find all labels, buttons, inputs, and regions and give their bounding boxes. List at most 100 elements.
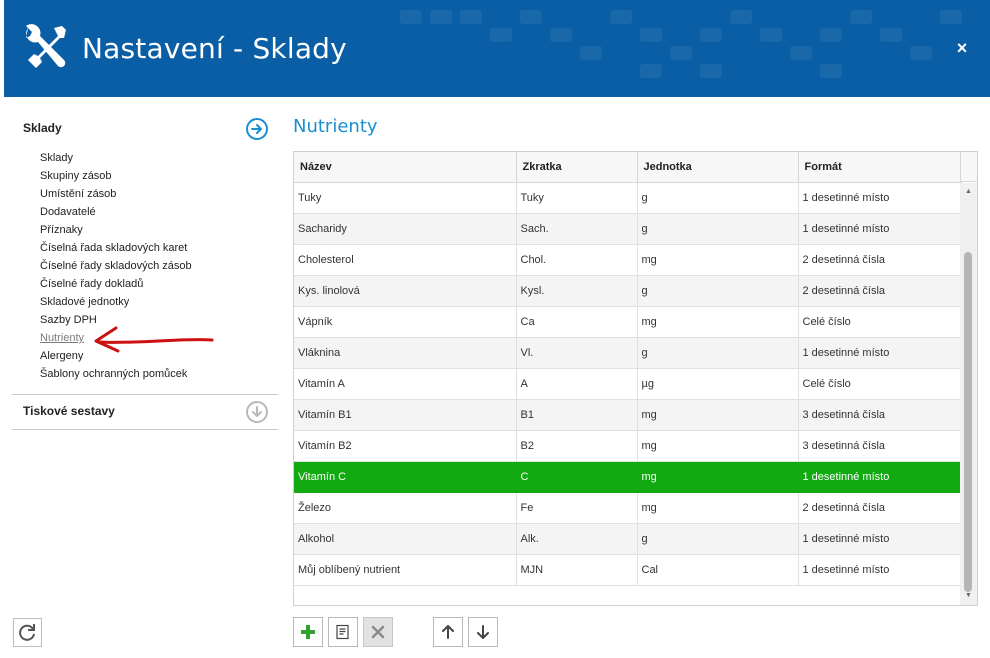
cell-zkratka: Ca <box>516 306 638 338</box>
cell-format: 1 desetinné místo <box>798 554 962 586</box>
cell-nazev: Sacharidy <box>294 213 517 245</box>
cell-nazev: Alkohol <box>294 523 517 555</box>
arrow-right-circle-icon[interactable] <box>246 118 268 140</box>
vertical-scrollbar[interactable]: ▲ ▼ <box>960 183 977 605</box>
cell-nazev: Můj oblíbený nutrient <box>294 554 517 586</box>
left-panel: Sklady Sklady Skupiny zásob Umístění zás… <box>12 110 278 430</box>
cell-jednotka: g <box>637 182 799 214</box>
cell-zkratka: Chol. <box>516 244 638 276</box>
column-header-nazev[interactable]: Název <box>294 152 517 183</box>
nav-item-ciselna-rada-karet[interactable]: Číselná řada skladových karet <box>40 240 278 258</box>
cell-zkratka: B2 <box>516 430 638 462</box>
column-header-format[interactable]: Formát <box>798 152 962 183</box>
cell-format: 1 desetinné místo <box>798 461 962 493</box>
scroll-up-icon[interactable]: ▲ <box>960 184 977 200</box>
section-header-tiskove-sestavy[interactable]: Tiskové sestavy <box>12 395 278 429</box>
cell-format: Celé číslo <box>798 368 962 400</box>
cell-nazev: Cholesterol <box>294 244 517 276</box>
annotation-arrow-icon <box>94 326 214 353</box>
nav-item-dodavatele[interactable]: Dodavatelé <box>40 204 278 222</box>
delete-icon <box>371 625 385 639</box>
cell-zkratka: Kysl. <box>516 275 638 307</box>
cell-format: 2 desetinná čísla <box>798 492 962 524</box>
cell-jednotka: mg <box>637 244 799 276</box>
column-header-zkratka[interactable]: Zkratka <box>516 152 638 183</box>
cell-nazev: Vitamín C <box>294 461 517 493</box>
cell-jednotka: mg <box>637 492 799 524</box>
move-up-icon <box>442 625 454 639</box>
cell-zkratka: A <box>516 368 638 400</box>
scroll-thumb[interactable] <box>964 252 972 592</box>
cell-jednotka: Cal <box>637 554 799 586</box>
cell-format: 1 desetinné místo <box>798 182 962 214</box>
settings-tools-icon <box>26 24 66 68</box>
refresh-icon <box>19 624 35 641</box>
cell-jednotka: mg <box>637 461 799 493</box>
edit-icon <box>336 624 349 640</box>
cell-jednotka: g <box>637 213 799 245</box>
nutrients-table: Název Zkratka Jednotka Formát Tuky Tuky … <box>293 151 978 606</box>
table-row[interactable]: Vápník Ca mg Celé číslo <box>294 306 962 338</box>
move-down-icon <box>477 625 489 639</box>
cell-format: 1 desetinné místo <box>798 523 962 555</box>
cell-jednotka: mg <box>637 430 799 462</box>
add-button[interactable] <box>293 617 323 647</box>
nav-item-sablony-pomucek[interactable]: Šablony ochranných pomůcek <box>40 366 278 384</box>
section-header-sklady[interactable]: Sklady <box>12 110 278 140</box>
window-title: Nastavení - Sklady <box>82 32 347 65</box>
cell-zkratka: Alk. <box>516 523 638 555</box>
table-row[interactable]: Můj oblíbený nutrient MJN Cal 1 desetinn… <box>294 554 962 586</box>
close-icon[interactable]: × <box>954 39 970 57</box>
table-row[interactable]: Vitamín B1 B1 mg 3 desetinná čísla <box>294 399 962 431</box>
cell-format: 3 desetinná čísla <box>798 399 962 431</box>
move-up-button[interactable] <box>433 617 463 647</box>
cell-nazev: Vitamín B1 <box>294 399 517 431</box>
section-title: Tiskové sestavy <box>23 404 115 418</box>
header-pattern <box>400 10 962 78</box>
cell-format: 3 desetinná čísla <box>798 430 962 462</box>
table-row[interactable]: Sacharidy Sach. g 1 desetinné místo <box>294 213 962 245</box>
nav-item-sklady[interactable]: Sklady <box>40 150 278 168</box>
table-row[interactable]: Alkohol Alk. g 1 desetinné místo <box>294 523 962 555</box>
nav-item-skladove-jednotky[interactable]: Skladové jednotky <box>40 294 278 312</box>
cell-nazev: Vláknina <box>294 337 517 369</box>
cell-nazev: Kys. linolová <box>294 275 517 307</box>
table-row-selected[interactable]: Vitamín C C mg 1 desetinné místo <box>294 461 962 493</box>
column-header-jednotka[interactable]: Jednotka <box>637 152 799 183</box>
table-row[interactable]: Vláknina Vl. g 1 desetinné místo <box>294 337 962 369</box>
cell-format: 2 desetinná čísla <box>798 275 962 307</box>
table-row[interactable]: Vitamín B2 B2 mg 3 desetinná čísla <box>294 430 962 462</box>
cell-jednotka: mg <box>637 399 799 431</box>
delete-button[interactable] <box>363 617 393 647</box>
cell-nazev: Vitamín A <box>294 368 517 400</box>
cell-zkratka: MJN <box>516 554 638 586</box>
nav-item-skupiny-zasob[interactable]: Skupiny zásob <box>40 168 278 186</box>
table-row[interactable]: Tuky Tuky g 1 desetinné místo <box>294 182 962 214</box>
cell-zkratka: Sach. <box>516 213 638 245</box>
cell-jednotka: g <box>637 337 799 369</box>
nav-item-ciselne-rady-dokladu[interactable]: Číselné řady dokladů <box>40 276 278 294</box>
refresh-button[interactable] <box>13 618 42 647</box>
move-down-button[interactable] <box>468 617 498 647</box>
cell-jednotka: g <box>637 523 799 555</box>
panel-title: Nutrienty <box>293 116 378 137</box>
nav-item-priznaky[interactable]: Příznaky <box>40 222 278 240</box>
section-title: Sklady <box>23 121 62 135</box>
table-row[interactable]: Vitamín A A µg Celé číslo <box>294 368 962 400</box>
edit-button[interactable] <box>328 617 358 647</box>
table-row[interactable]: Cholesterol Chol. mg 2 desetinná čísla <box>294 244 962 276</box>
add-icon <box>301 625 315 639</box>
table-row[interactable]: Kys. linolová Kysl. g 2 desetinná čísla <box>294 275 962 307</box>
cell-jednotka: mg <box>637 306 799 338</box>
table-row[interactable]: Železo Fe mg 2 desetinná čísla <box>294 492 962 524</box>
arrow-down-circle-icon[interactable] <box>246 401 268 423</box>
cell-jednotka: µg <box>637 368 799 400</box>
nav-item-umisteni-zasob[interactable]: Umístění zásob <box>40 186 278 204</box>
table-header-row: Název Zkratka Jednotka Formát <box>294 152 962 183</box>
scroll-down-icon[interactable]: ▼ <box>960 588 977 604</box>
window-header: Nastavení - Sklady × <box>4 0 990 97</box>
cell-format: 1 desetinné místo <box>798 213 962 245</box>
nav-item-ciselne-rady-zasob[interactable]: Číselné řady skladových zásob <box>40 258 278 276</box>
cell-format: 1 desetinné místo <box>798 337 962 369</box>
cell-format: 2 desetinná čísla <box>798 244 962 276</box>
